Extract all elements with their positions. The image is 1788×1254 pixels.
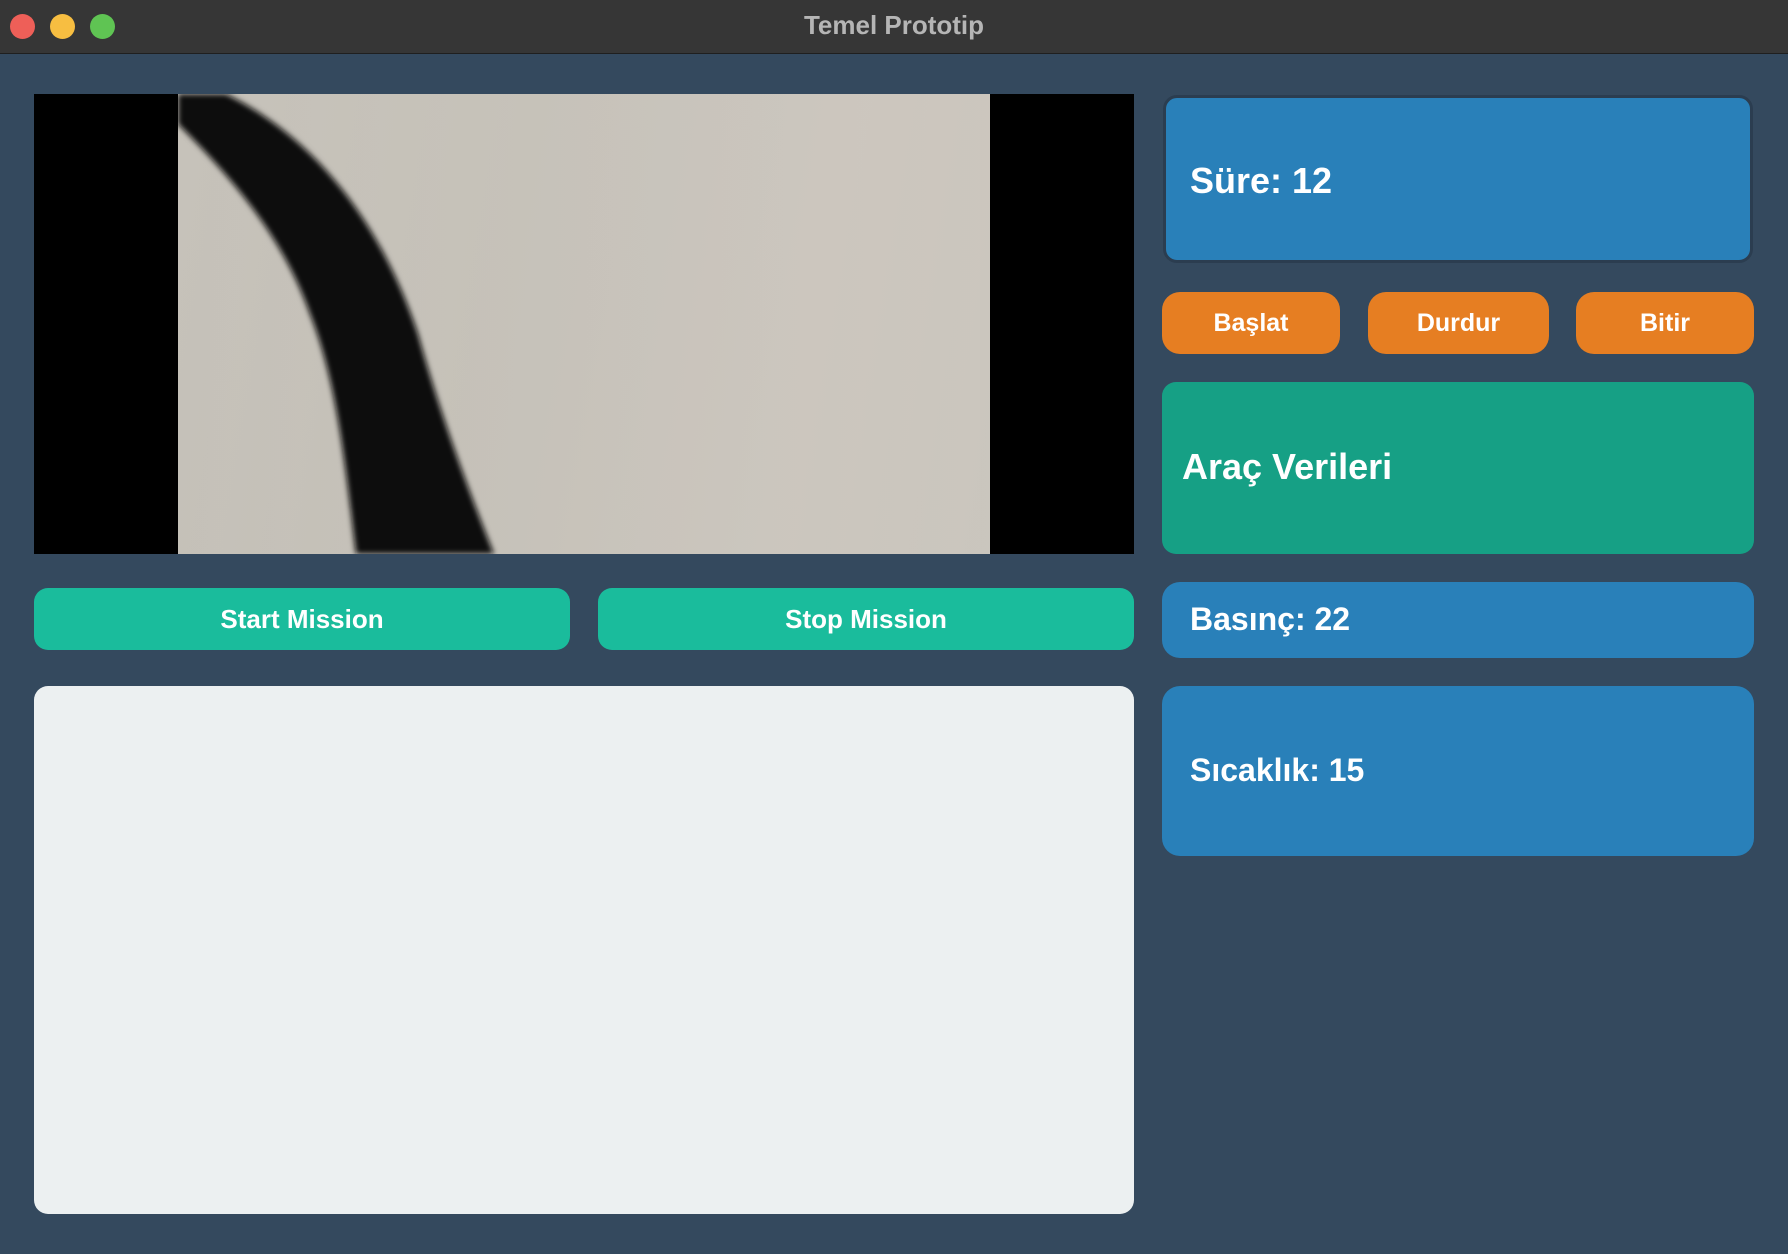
mission-log-panel[interactable] [34,686,1134,1214]
temperature-label: Sıcaklık: 15 [1190,752,1365,788]
vehicle-data-title: Araç Verileri [1182,446,1393,487]
title-bar[interactable]: Temel Prototip [0,0,1788,54]
camera-frame-image [178,94,990,554]
timer-label: Süre: 12 [1190,160,1333,201]
app-window: Temel Prototip Start Mission Stop Missio… [0,0,1788,1254]
start-button[interactable]: Başlat [1162,292,1340,354]
vehicle-data-header: Araç Verileri [1162,382,1754,554]
timer-panel: Süre: 12 [1163,95,1753,263]
start-mission-button[interactable]: Start Mission [34,588,570,650]
camera-feed [34,94,1134,554]
pause-button[interactable]: Durdur [1368,292,1549,354]
camera-frame-shadow [178,94,990,554]
stop-mission-button[interactable]: Stop Mission [598,588,1134,650]
pressure-label: Basınç: 22 [1190,601,1351,637]
window-title: Temel Prototip [803,10,985,40]
pressure-panel: Basınç: 22 [1162,582,1754,658]
temperature-panel: Sıcaklık: 15 [1162,686,1754,856]
finish-button[interactable]: Bitir [1576,292,1754,354]
